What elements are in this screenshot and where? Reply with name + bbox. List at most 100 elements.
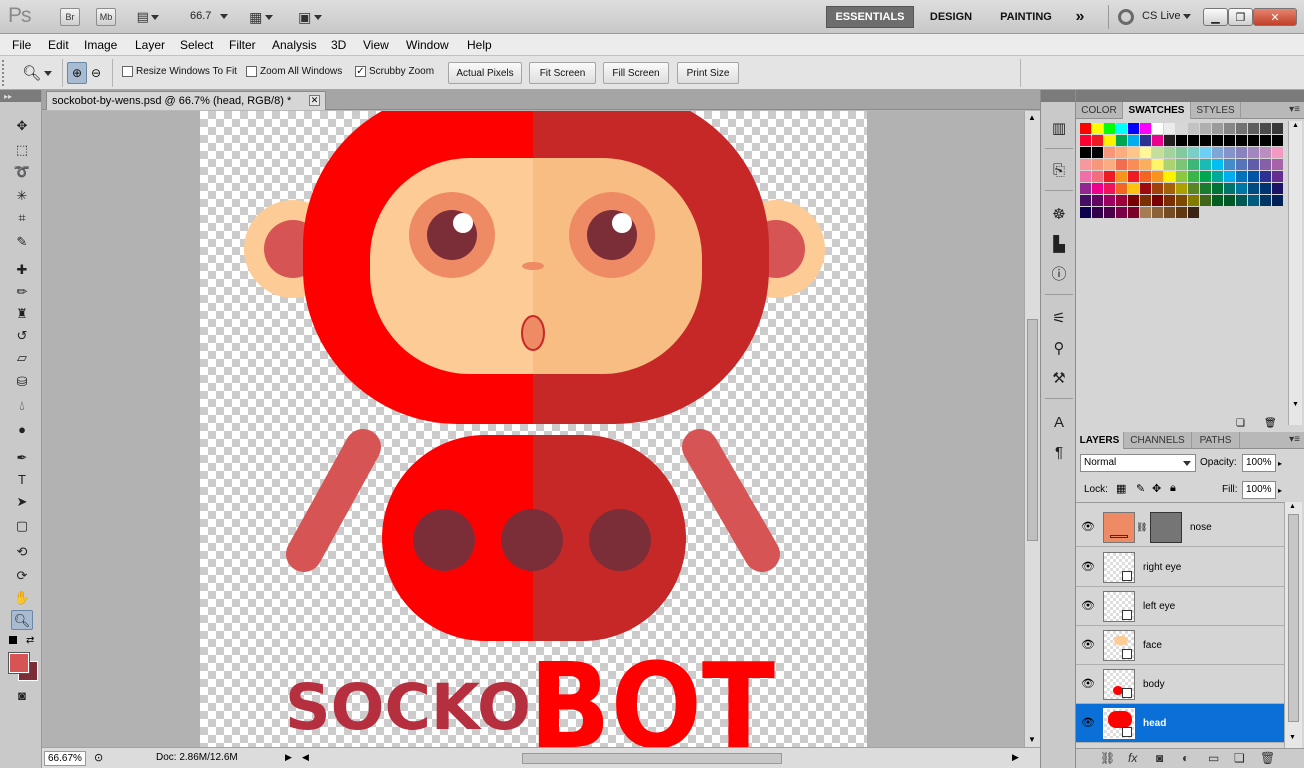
- color-swatch[interactable]: [1164, 159, 1175, 170]
- horizontal-scroll-thumb[interactable]: [522, 753, 782, 764]
- color-swatch[interactable]: [1260, 147, 1271, 158]
- path-selection-tool-icon[interactable]: ➤: [11, 492, 33, 512]
- color-swatch[interactable]: [1116, 195, 1127, 206]
- color-swatch[interactable]: [1140, 195, 1151, 206]
- layer-name[interactable]: right eye: [1143, 562, 1181, 573]
- color-swatch[interactable]: [1140, 171, 1151, 182]
- color-swatch[interactable]: [1104, 135, 1115, 146]
- color-swatch[interactable]: [1188, 135, 1199, 146]
- color-swatch[interactable]: [1152, 195, 1163, 206]
- scroll-right-icon[interactable]: ▶: [1012, 752, 1019, 763]
- color-swatch[interactable]: [1104, 147, 1115, 158]
- launch-bridge-button[interactable]: Br: [60, 8, 80, 26]
- color-swatch[interactable]: [1128, 195, 1139, 206]
- menu-edit[interactable]: Edit: [48, 38, 69, 52]
- color-swatch[interactable]: [1188, 159, 1199, 170]
- color-swatch[interactable]: [1188, 195, 1199, 206]
- color-swatch[interactable]: [1212, 183, 1223, 194]
- crop-tool-icon[interactable]: ⌗: [11, 208, 33, 228]
- color-swatch[interactable]: [1092, 207, 1103, 218]
- visibility-eye-icon[interactable]: 👁︎: [1081, 716, 1097, 729]
- color-swatch[interactable]: [1176, 159, 1187, 170]
- color-swatch[interactable]: [1248, 195, 1259, 206]
- marquee-tool-icon[interactable]: ⬚: [11, 140, 33, 160]
- layer-name[interactable]: nose: [1190, 522, 1212, 533]
- color-swatch[interactable]: [1104, 123, 1115, 134]
- color-swatch[interactable]: [1224, 135, 1235, 146]
- lock-image-icon[interactable]: ✎: [1136, 482, 1145, 495]
- color-swatch[interactable]: [1176, 147, 1187, 158]
- zoom-all-windows-checkbox[interactable]: Zoom All Windows: [246, 66, 342, 77]
- color-swatch[interactable]: [1164, 207, 1175, 218]
- brush-tool-icon[interactable]: ✏: [11, 282, 33, 302]
- color-swatch[interactable]: [1164, 195, 1175, 206]
- document-tab[interactable]: sockobot-by-wens.psd @ 66.7% (head, RGB/…: [46, 91, 326, 110]
- color-swatch[interactable]: [1140, 207, 1151, 218]
- color-swatch[interactable]: [1248, 159, 1259, 170]
- color-swatch[interactable]: [1080, 171, 1091, 182]
- color-swatch[interactable]: [1140, 183, 1151, 194]
- workspace-painting-button[interactable]: PAINTING: [990, 6, 1062, 28]
- menu-analysis[interactable]: Analysis: [272, 38, 317, 52]
- swatches-scrollbar[interactable]: ▲ ▼: [1288, 121, 1302, 425]
- close-document-icon[interactable]: ✕: [309, 95, 320, 106]
- zoom-level-value[interactable]: 66.7: [190, 10, 211, 22]
- eyedropper-tool-icon[interactable]: ✎: [11, 232, 33, 252]
- color-swatch[interactable]: [1212, 135, 1223, 146]
- layer-row-left-eye[interactable]: 👁︎ left eye: [1076, 587, 1284, 626]
- workspace-design-button[interactable]: DESIGN: [922, 6, 980, 28]
- color-swatch[interactable]: [1128, 183, 1139, 194]
- color-swatch[interactable]: [1080, 159, 1091, 170]
- color-swatch[interactable]: [1116, 159, 1127, 170]
- color-swatch[interactable]: [1236, 195, 1247, 206]
- horizontal-scrollbar[interactable]: ◀ ▶: [300, 751, 1024, 766]
- color-swatch[interactable]: [1188, 147, 1199, 158]
- histogram-panel-icon[interactable]: ▙: [1047, 234, 1071, 256]
- color-swatch[interactable]: [1176, 195, 1187, 206]
- color-swatch[interactable]: [1128, 135, 1139, 146]
- scroll-up-icon[interactable]: ▲: [1289, 503, 1296, 510]
- color-swatch[interactable]: [1224, 123, 1235, 134]
- color-swatch[interactable]: [1104, 207, 1115, 218]
- layer-name[interactable]: body: [1143, 679, 1165, 690]
- quick-mask-icon[interactable]: ◙: [11, 686, 33, 706]
- color-swatch[interactable]: [1128, 123, 1139, 134]
- menu-filter[interactable]: Filter: [229, 38, 256, 52]
- color-swatch[interactable]: [1080, 183, 1091, 194]
- color-swatch[interactable]: [1272, 195, 1283, 206]
- color-swatch[interactable]: [1128, 207, 1139, 218]
- color-swatch[interactable]: [1248, 183, 1259, 194]
- color-swatch[interactable]: [1152, 183, 1163, 194]
- tab-color[interactable]: COLOR: [1076, 102, 1123, 119]
- color-swatch[interactable]: [1272, 183, 1283, 194]
- navigator-panel-icon[interactable]: ☸: [1047, 204, 1071, 226]
- color-swatch[interactable]: [1248, 123, 1259, 134]
- color-swatch[interactable]: [1260, 183, 1271, 194]
- layer-name[interactable]: head: [1143, 718, 1166, 729]
- layer-row-nose[interactable]: 👁︎ ⛓ nose: [1076, 508, 1284, 547]
- history-panel-icon[interactable]: ⎘: [1047, 160, 1071, 182]
- layer-row-body[interactable]: 👁︎ body: [1076, 665, 1284, 704]
- color-swatch[interactable]: [1116, 207, 1127, 218]
- color-swatch[interactable]: [1248, 171, 1259, 182]
- color-swatch[interactable]: [1104, 159, 1115, 170]
- color-swatch[interactable]: [1272, 135, 1283, 146]
- color-swatch[interactable]: [1200, 171, 1211, 182]
- color-swatch[interactable]: [1224, 159, 1235, 170]
- panel-menu-icon[interactable]: ▾≡: [1289, 104, 1300, 115]
- more-workspaces-button[interactable]: »: [1068, 6, 1092, 28]
- color-swatch[interactable]: [1140, 135, 1151, 146]
- menu-3d[interactable]: 3D: [331, 38, 346, 52]
- layers-scrollbar[interactable]: ▲ ▼: [1284, 502, 1302, 748]
- restore-button[interactable]: ❐: [1228, 8, 1253, 26]
- color-swatch[interactable]: [1212, 171, 1223, 182]
- zoom-out-button[interactable]: ⊖: [87, 62, 105, 84]
- clone-source-panel-icon[interactable]: ⚲: [1047, 338, 1071, 360]
- cs-live-label[interactable]: CS Live: [1142, 10, 1181, 22]
- visibility-eye-icon[interactable]: 👁︎: [1081, 677, 1097, 690]
- color-swatch[interactable]: [1116, 183, 1127, 194]
- color-swatch[interactable]: [1080, 195, 1091, 206]
- tab-swatches[interactable]: SWATCHES: [1123, 102, 1191, 119]
- color-swatch[interactable]: [1188, 123, 1199, 134]
- chevron-down-icon[interactable]: [1183, 14, 1191, 19]
